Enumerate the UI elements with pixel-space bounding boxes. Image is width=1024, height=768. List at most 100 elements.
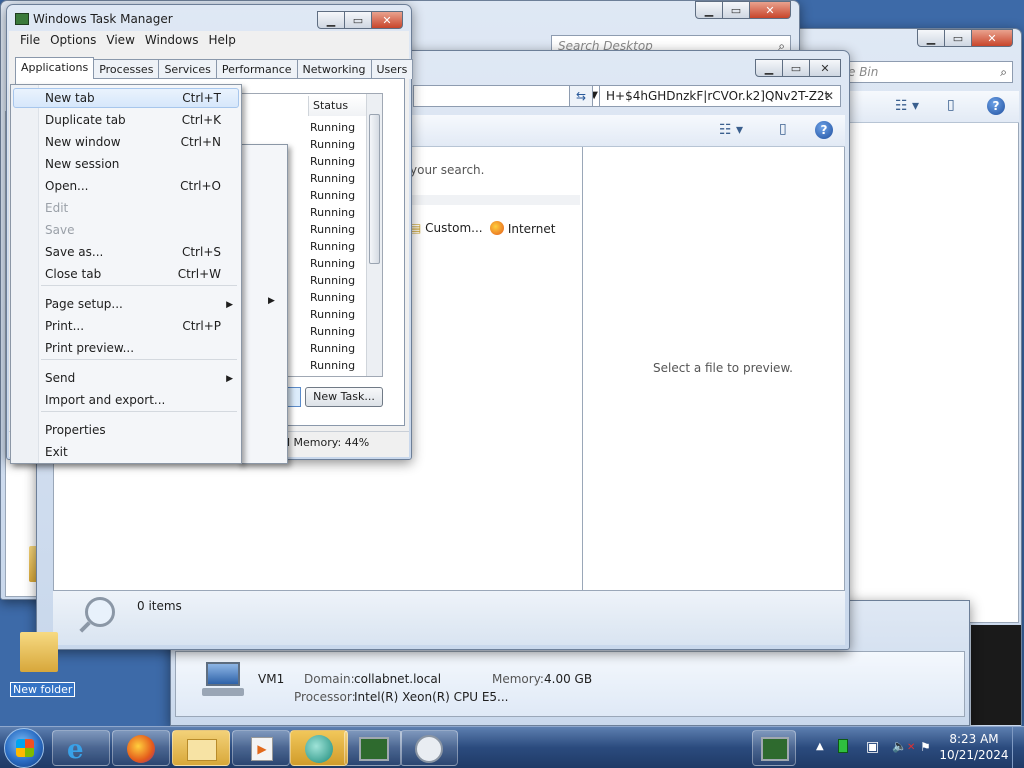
views-icon[interactable]: ☷ ▾ — [719, 122, 743, 138]
taskbar-vm[interactable] — [752, 730, 796, 766]
clock-time: 8:23 AM — [949, 732, 999, 746]
memory-label: Memory: — [492, 672, 544, 686]
maximize-button[interactable]: ▭ — [782, 59, 810, 77]
help-icon[interactable]: ? — [987, 97, 1005, 115]
minimize-button[interactable]: ▁ — [917, 29, 945, 47]
tab-performance[interactable]: Performance — [215, 59, 298, 79]
taskbar-media[interactable]: ▶ — [232, 730, 290, 766]
network-monitor-icon — [761, 737, 789, 761]
menu-item-close-tab[interactable]: Close tab — [45, 267, 101, 281]
menu-shortcut: Ctrl+P — [182, 319, 221, 333]
firefox-icon — [127, 735, 155, 763]
refresh-icon[interactable]: ⇆ — [569, 85, 593, 107]
close-button[interactable]: ✕ — [749, 1, 791, 19]
menu-item-import-and-export[interactable]: Import and export... — [45, 393, 165, 407]
recycle-search-input[interactable]: e Bin ⌕ — [841, 61, 1013, 83]
menu-options[interactable]: Options — [45, 31, 101, 51]
menu-help[interactable]: Help — [203, 31, 240, 51]
status-cell: Running — [310, 291, 356, 304]
windows-logo-icon — [16, 739, 34, 757]
menu-gutter — [11, 85, 39, 463]
scrollbar[interactable] — [366, 94, 382, 376]
desktop-folder[interactable]: New folder — [8, 632, 76, 700]
menu-item-save: Save — [45, 223, 75, 237]
tab-strip: Applications Processes Services Performa… — [15, 57, 414, 79]
menu-item-open[interactable]: Open... — [45, 179, 89, 193]
minimize-button[interactable]: ▁ — [317, 11, 345, 29]
clock[interactable]: 8:23 AM 10/21/2024 — [938, 731, 1010, 763]
no-results-text: your search. — [410, 163, 485, 177]
tab-processes[interactable]: Processes — [93, 59, 160, 79]
domain-label: Domain: — [304, 672, 355, 686]
file-menu[interactable]: New tab Ctrl+T Duplicate tab Ctrl+K New wind… — [10, 84, 242, 464]
flag-icon[interactable]: ⚑ — [920, 740, 931, 754]
tab-networking[interactable]: Networking — [296, 59, 372, 79]
status-cell: Running — [310, 223, 356, 236]
chat-icon — [305, 735, 333, 763]
search-again-divider — [410, 195, 580, 205]
menu-shortcut: Ctrl+T — [182, 91, 221, 105]
start-button[interactable] — [4, 728, 44, 768]
maximize-button[interactable]: ▭ — [344, 11, 372, 29]
search-source-internet[interactable]: Internet — [490, 221, 555, 236]
status-cell: Running — [310, 155, 356, 168]
close-button[interactable]: ✕ — [971, 29, 1013, 47]
menu-file[interactable]: File — [15, 31, 45, 51]
taskbar-messenger[interactable] — [290, 730, 348, 766]
scroll-thumb[interactable] — [369, 114, 380, 264]
taskbar-task-manager[interactable] — [344, 730, 402, 766]
minimize-button[interactable]: ▁ — [755, 59, 783, 77]
menu-item-properties[interactable]: Properties — [45, 423, 106, 437]
minimize-button[interactable]: ▁ — [695, 1, 723, 19]
column-header-status[interactable]: Status — [308, 96, 368, 116]
menu-item-print-preview[interactable]: Print preview... — [45, 341, 134, 355]
tab-applications[interactable]: Applications — [15, 57, 95, 79]
search-query-input[interactable]: H+$4hGHDnzkF|rCVOr.k2]QNv2T-Z2t ✕ — [599, 85, 841, 107]
menu-item-new-window[interactable]: New window — [45, 135, 121, 149]
help-icon[interactable]: ? — [815, 121, 833, 139]
maximize-button[interactable]: ▭ — [722, 1, 750, 19]
menu-view[interactable]: View — [101, 31, 139, 51]
taskbar-ie[interactable]: e — [52, 730, 110, 766]
menu-item-new-tab[interactable]: New tab — [45, 91, 95, 105]
file-explorer-icon — [187, 739, 217, 761]
maximize-button[interactable]: ▭ — [944, 29, 972, 47]
gauge-icon — [415, 735, 443, 763]
menu-shortcut: Ctrl+S — [181, 245, 221, 259]
window-title: Windows Task Manager — [33, 12, 173, 26]
menu-item-send[interactable]: Send — [45, 371, 75, 385]
status-cell: Running — [310, 172, 356, 185]
views-icon[interactable]: ☷ ▾ — [895, 98, 919, 114]
preview-pane-icon[interactable]: ▯ — [947, 97, 955, 113]
tab-users[interactable]: Users — [370, 59, 414, 79]
taskbar-firefox[interactable] — [112, 730, 170, 766]
search-source-custom[interactable]: ▤ Custom... — [410, 221, 483, 235]
close-button[interactable]: ✕ — [371, 11, 403, 29]
recycle-dark-area — [971, 625, 1021, 725]
switch-to-button[interactable] — [287, 387, 301, 407]
network-icon[interactable]: ▣ — [866, 739, 879, 755]
menu-bar: File Options View Windows Help — [9, 31, 409, 51]
taskbar-speedometer[interactable] — [400, 730, 458, 766]
tab-services[interactable]: Services — [158, 59, 217, 79]
clear-icon[interactable]: ✕ — [824, 86, 834, 106]
show-desktop-button[interactable] — [1012, 727, 1024, 768]
new-task-button[interactable]: New Task... — [305, 387, 383, 407]
close-button[interactable]: ✕ — [809, 59, 841, 77]
menu-item-print[interactable]: Print... — [45, 319, 84, 333]
status-cell: Running — [310, 342, 356, 355]
folder-label[interactable]: New folder — [10, 682, 76, 697]
menu-separator — [41, 285, 237, 286]
menu-item-save-as[interactable]: Save as... — [45, 245, 103, 259]
menu-item-exit[interactable]: Exit — [45, 445, 68, 459]
menu-item-duplicate-tab[interactable]: Duplicate tab — [45, 113, 126, 127]
show-hidden-icons[interactable]: ▲ — [816, 741, 824, 752]
menu-shortcut: Ctrl+N — [180, 135, 221, 149]
green-status-icon[interactable] — [838, 739, 848, 753]
taskbar-explorer[interactable] — [172, 730, 230, 766]
preview-pane-icon[interactable]: ▯ — [779, 121, 787, 137]
menu-windows[interactable]: Windows — [140, 31, 204, 51]
menu-item-page-setup[interactable]: Page setup... — [45, 297, 123, 311]
volume-muted-icon[interactable]: 🔈✕ — [892, 739, 915, 753]
menu-item-new-session[interactable]: New session — [45, 157, 119, 171]
